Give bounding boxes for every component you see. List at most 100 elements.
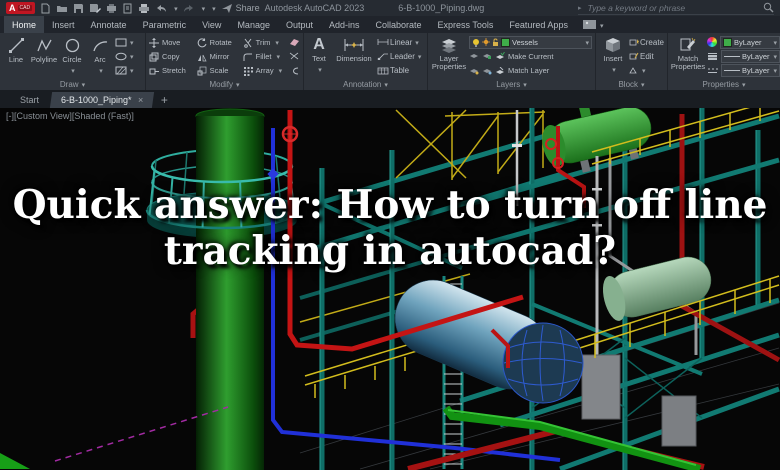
block-attributes-button[interactable] bbox=[629, 64, 664, 77]
undo-dropdown-icon[interactable] bbox=[172, 3, 178, 13]
panel-label-layers[interactable]: Layers bbox=[428, 78, 595, 90]
panel-annotation: A Text Dimension Linear Leader Table Ann… bbox=[304, 33, 428, 90]
ribbon-display-options-button[interactable] bbox=[576, 16, 611, 33]
tab-collaborate[interactable]: Collaborate bbox=[368, 16, 430, 33]
dimension-icon bbox=[344, 39, 364, 51]
linetype-dropdown[interactable]: ByLayer bbox=[707, 64, 780, 78]
polyline-button[interactable]: Polyline bbox=[31, 35, 57, 78]
open-folder-icon[interactable] bbox=[56, 3, 68, 14]
qat-customize-icon[interactable] bbox=[210, 3, 216, 13]
edit-block-icon bbox=[629, 53, 639, 60]
drawing-canvas[interactable]: [-][Custom View][Shaded (Fast)] Quick an… bbox=[0, 108, 780, 470]
create-block-button[interactable]: Create bbox=[629, 36, 664, 49]
redo-dropdown-icon[interactable] bbox=[200, 3, 206, 13]
viewport-controls-label[interactable]: [-][Custom View][Shaded (Fast)] bbox=[6, 111, 134, 121]
share-button[interactable]: Share bbox=[221, 3, 260, 14]
ribbon: Line Polyline Circle Arc Draw bbox=[0, 33, 780, 90]
panel-modify: Move Copy Stretch Rotate Mirror Scale Tr… bbox=[146, 33, 304, 90]
color-wheel-icon bbox=[707, 37, 717, 48]
layer-dropdown[interactable]: Vessels bbox=[469, 35, 592, 49]
tab-parametric[interactable]: Parametric bbox=[135, 16, 195, 33]
match-layer-button[interactable]: Match Layer bbox=[469, 64, 592, 77]
panel-label-properties[interactable]: Properties bbox=[668, 78, 780, 90]
panel-label-modify[interactable]: Modify bbox=[146, 78, 303, 90]
new-file-icon[interactable] bbox=[40, 3, 51, 14]
tab-manage[interactable]: Manage bbox=[229, 16, 278, 33]
table-button[interactable]: Table bbox=[377, 64, 424, 77]
layer-properties-button[interactable]: Layer Properties bbox=[431, 35, 467, 78]
copy-button[interactable]: Copy bbox=[149, 50, 191, 64]
erase-button[interactable] bbox=[289, 36, 300, 49]
circle-button[interactable]: Circle bbox=[59, 35, 85, 78]
object-color-dropdown[interactable]: ByLayer bbox=[707, 35, 780, 49]
green-wedge bbox=[0, 453, 30, 469]
rotate-button[interactable]: Rotate bbox=[197, 36, 237, 50]
leader-button[interactable]: Leader bbox=[377, 50, 424, 63]
search-expand-icon[interactable]: ▸ bbox=[578, 4, 582, 12]
dimension-button[interactable]: Dimension bbox=[333, 35, 375, 78]
lineweight-dropdown[interactable]: ByLayer bbox=[707, 49, 780, 63]
search-input[interactable] bbox=[585, 1, 759, 14]
scale-button[interactable]: Scale bbox=[197, 64, 237, 78]
insert-block-button[interactable]: Insert bbox=[599, 35, 627, 78]
tab-view[interactable]: View bbox=[194, 16, 229, 33]
array-button[interactable]: Array bbox=[243, 64, 287, 78]
file-tab-bar: Start 6-B-1000_Piping* × + bbox=[0, 90, 780, 108]
save-as-icon[interactable] bbox=[89, 3, 102, 14]
edit-block-button[interactable]: Edit bbox=[629, 50, 664, 63]
trim-button[interactable]: Trim bbox=[243, 36, 287, 50]
ellipse-icon bbox=[115, 52, 127, 61]
tab-output[interactable]: Output bbox=[278, 16, 321, 33]
trim-icon bbox=[243, 38, 252, 48]
file-tab-start[interactable]: Start bbox=[9, 92, 50, 108]
panel-block: Insert Create Edit Block bbox=[596, 33, 668, 90]
bulb-on-icon bbox=[473, 38, 479, 47]
quick-access-toolbar: Share bbox=[40, 3, 260, 14]
copy-icon bbox=[149, 52, 159, 61]
undo-icon[interactable] bbox=[155, 3, 167, 14]
lineweight-icon bbox=[708, 53, 717, 61]
text-button[interactable]: A Text bbox=[307, 35, 331, 78]
linear-button[interactable]: Linear bbox=[377, 36, 424, 49]
mirror-button[interactable]: Mirror bbox=[197, 50, 237, 64]
fillet-button[interactable]: Fillet bbox=[243, 50, 287, 64]
make-current-button[interactable]: Make Current bbox=[469, 50, 592, 63]
save-icon[interactable] bbox=[73, 3, 84, 14]
layer-isolate-icon bbox=[470, 68, 479, 75]
tab-express-tools[interactable]: Express Tools bbox=[430, 16, 502, 33]
overlay-title-line2: tracking in autocad? bbox=[163, 228, 617, 274]
new-drawing-button[interactable]: + bbox=[155, 92, 174, 108]
autocad-logo[interactable]: A CAD bbox=[6, 2, 36, 14]
line-button[interactable]: Line bbox=[3, 35, 29, 78]
plot-icon[interactable] bbox=[106, 3, 117, 14]
match-properties-button[interactable]: Match Properties bbox=[671, 35, 705, 78]
print-icon[interactable] bbox=[138, 3, 150, 14]
search-icon[interactable] bbox=[763, 2, 774, 13]
explode-button[interactable] bbox=[289, 50, 300, 63]
close-icon[interactable]: × bbox=[138, 95, 143, 105]
eraser-icon bbox=[290, 39, 299, 47]
unlock-icon bbox=[493, 38, 498, 46]
search-box[interactable]: ▸ bbox=[578, 1, 774, 15]
panel-label-annotation[interactable]: Annotation bbox=[304, 78, 427, 90]
tab-annotate[interactable]: Annotate bbox=[83, 16, 135, 33]
rectangle-button[interactable] bbox=[115, 36, 134, 49]
panel-label-draw[interactable]: Draw bbox=[0, 78, 145, 90]
panel-label-block[interactable]: Block bbox=[596, 78, 667, 90]
arc-button[interactable]: Arc bbox=[87, 35, 113, 78]
fillet-icon bbox=[243, 53, 252, 61]
linetype-icon bbox=[708, 68, 718, 73]
redo-icon[interactable] bbox=[183, 3, 195, 14]
tab-add-ins[interactable]: Add-ins bbox=[321, 16, 368, 33]
join-button[interactable] bbox=[289, 64, 300, 77]
move-button[interactable]: Move bbox=[149, 36, 191, 50]
rectangle-icon bbox=[115, 38, 127, 47]
ellipse-button[interactable] bbox=[115, 50, 134, 63]
tab-insert[interactable]: Insert bbox=[44, 16, 83, 33]
hatch-button[interactable] bbox=[115, 64, 134, 77]
tab-featured-apps[interactable]: Featured Apps bbox=[501, 16, 576, 33]
tab-home[interactable]: Home bbox=[4, 16, 45, 33]
file-tab-active[interactable]: 6-B-1000_Piping* × bbox=[49, 92, 154, 108]
page-setup-icon[interactable] bbox=[122, 3, 133, 14]
stretch-button[interactable]: Stretch bbox=[149, 64, 191, 78]
